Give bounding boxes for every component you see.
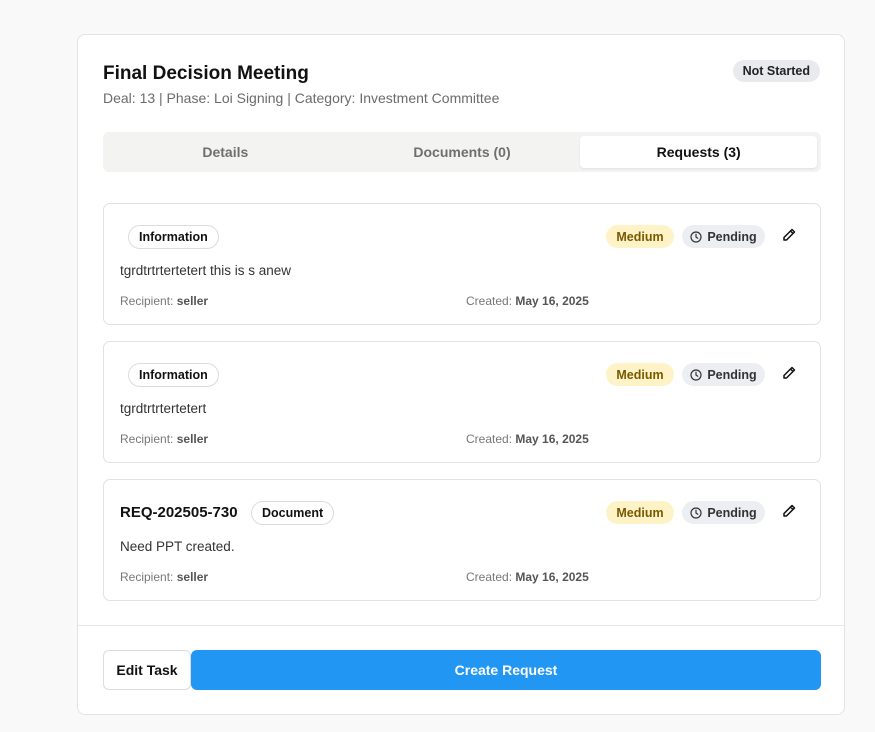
- created-label: Created:: [466, 570, 513, 584]
- edit-request-button[interactable]: [776, 224, 802, 250]
- request-created: Created: May 16, 2025: [466, 570, 589, 584]
- request-created: Created: May 16, 2025: [466, 294, 589, 308]
- task-status-badge: Not Started: [732, 60, 820, 82]
- request-card: Information Medium Pending tgrdtrtrterte…: [103, 203, 821, 325]
- created-value: May 16, 2025: [515, 570, 589, 584]
- tab-documents[interactable]: Documents (0): [344, 136, 581, 168]
- priority-badge: Medium: [606, 363, 674, 386]
- recipient-label: Recipient:: [120, 294, 174, 308]
- request-description: tgrdtrtrtertetert this is s anew: [120, 263, 292, 278]
- created-value: May 16, 2025: [515, 432, 589, 446]
- pencil-icon: [781, 503, 797, 524]
- request-status-label: Pending: [707, 505, 757, 520]
- clock-icon: [690, 368, 702, 381]
- request-created: Created: May 16, 2025: [466, 432, 589, 446]
- request-type-badge: Information: [128, 225, 219, 249]
- edit-request-button[interactable]: [776, 362, 802, 388]
- footer-divider: [78, 625, 844, 626]
- recipient-value: seller: [176, 294, 209, 308]
- recipient-value: seller: [176, 570, 209, 584]
- task-subtitle: Deal: 13 | Phase: Loi Signing | Category…: [103, 90, 500, 106]
- tab-details[interactable]: Details: [107, 136, 344, 168]
- tab-requests[interactable]: Requests (3): [580, 136, 818, 168]
- request-status-label: Pending: [707, 367, 757, 382]
- recipient-value: seller: [176, 432, 209, 446]
- task-title: Final Decision Meeting: [103, 63, 309, 84]
- priority-badge: Medium: [606, 501, 674, 524]
- request-status-badge: Pending: [682, 501, 765, 524]
- created-value: May 16, 2025: [515, 294, 589, 308]
- request-status-badge: Pending: [682, 225, 765, 248]
- priority-badge: Medium: [606, 225, 674, 248]
- task-detail-panel: Final Decision Meeting Deal: 13 | Phase:…: [77, 34, 845, 715]
- edit-task-button[interactable]: Edit Task: [103, 650, 191, 690]
- clock-icon: [690, 230, 702, 243]
- recipient-label: Recipient:: [120, 432, 174, 446]
- request-type-badge: Information: [128, 363, 219, 387]
- pencil-icon: [781, 365, 797, 386]
- request-status-badge: Pending: [682, 363, 765, 386]
- request-recipient: Recipient: seller: [120, 432, 208, 446]
- request-card: REQ-202505-730 Document Medium Pending N…: [103, 479, 821, 601]
- request-type-badge: Document: [251, 501, 335, 525]
- request-card: Information Medium Pending tgrdtrtrterte…: [103, 341, 821, 463]
- create-request-button[interactable]: Create Request: [191, 650, 821, 690]
- pencil-icon: [781, 227, 797, 248]
- task-tabs: Details Documents (0) Requests (3): [103, 132, 821, 172]
- request-description: tgrdtrtrtertetert: [120, 401, 207, 416]
- request-recipient: Recipient: seller: [120, 294, 208, 308]
- request-status-label: Pending: [707, 229, 757, 244]
- request-recipient: Recipient: seller: [120, 570, 208, 584]
- clock-icon: [690, 506, 702, 519]
- recipient-label: Recipient:: [120, 570, 174, 584]
- request-id: REQ-202505-730: [120, 504, 238, 521]
- created-label: Created:: [466, 294, 513, 308]
- created-label: Created:: [466, 432, 513, 446]
- edit-request-button[interactable]: [776, 500, 802, 526]
- request-description: Need PPT created.: [120, 539, 235, 554]
